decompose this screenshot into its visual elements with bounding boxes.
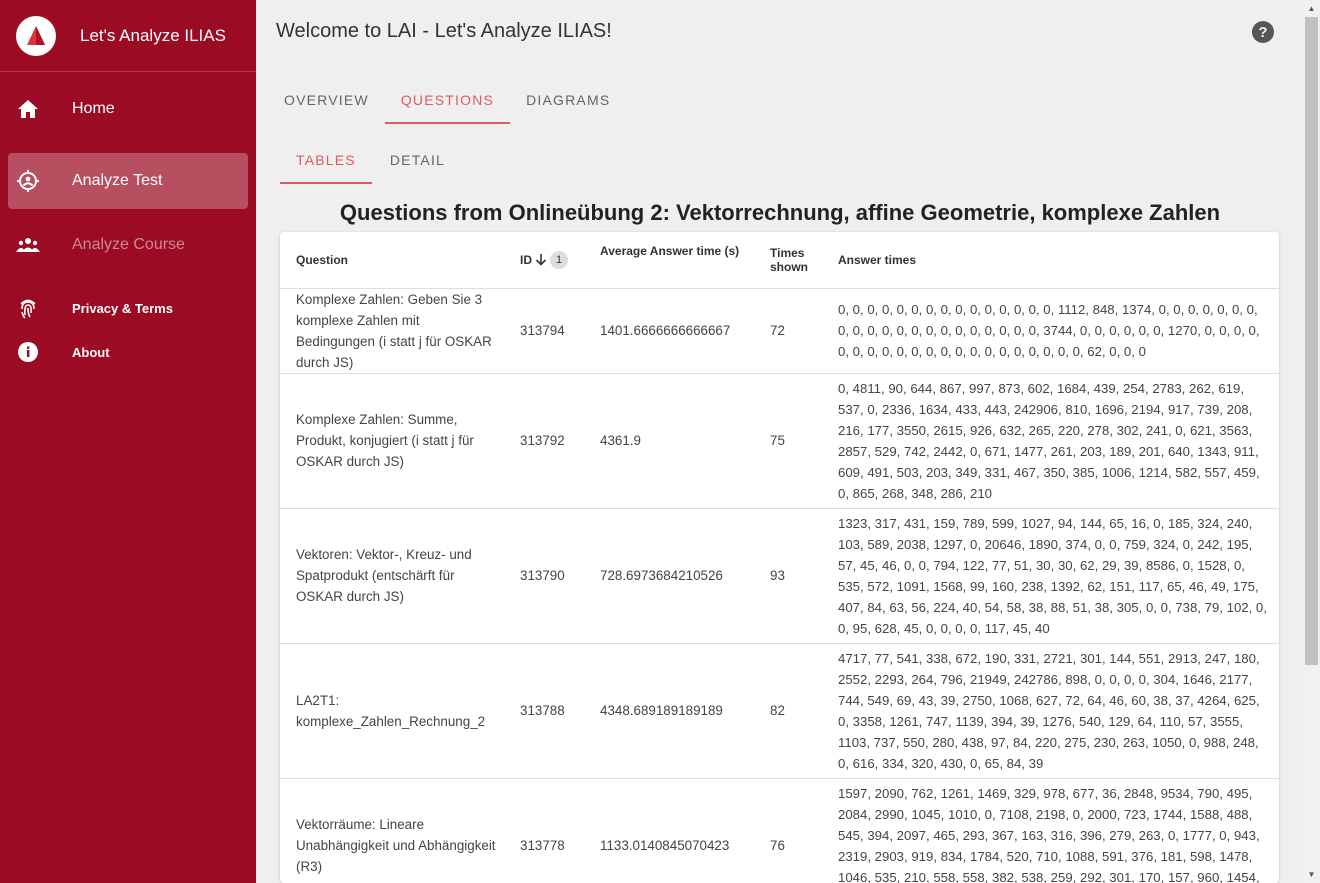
scroll-up-arrow-icon[interactable]: ▲ [1303, 0, 1320, 17]
nav-analyze-test-label: Analyze Test [72, 172, 163, 189]
sidebar: Let's Analyze ILIAS Home Analyze Test An… [0, 0, 256, 883]
cell-average: 4348.689189189189 [584, 643, 754, 779]
app-logo [16, 15, 56, 56]
col-question[interactable]: Question [280, 232, 504, 289]
arrow-down-icon [535, 254, 547, 266]
col-answer-times[interactable]: Answer times [822, 232, 1279, 289]
col-id-label: ID [520, 252, 532, 267]
cell-question: Komplexe Zahlen: Geben Sie 3 komplexe Za… [280, 288, 504, 374]
cell-times-shown: 93 [754, 508, 822, 644]
page-scrollbar[interactable]: ▲ ▼ [1303, 0, 1320, 883]
group-icon [8, 237, 48, 253]
cell-times-shown: 72 [754, 288, 822, 374]
cell-times-shown: 75 [754, 373, 822, 509]
home-icon [8, 99, 48, 119]
sail-logo-icon [27, 25, 45, 45]
brand: Let's Analyze ILIAS [0, 0, 256, 72]
nav-about-label: About [72, 344, 110, 360]
questions-table: Question ID 1 Average Answer time (s) Ti… [280, 232, 1279, 883]
nav-analyze-test[interactable]: Analyze Test [8, 153, 248, 209]
nav-home-label: Home [72, 100, 115, 117]
tab-questions[interactable]: QUESTIONS [384, 76, 511, 124]
cell-answer-times: 1597, 2090, 762, 1261, 1469, 329, 978, 6… [822, 778, 1279, 883]
nav-analyze-course[interactable]: Analyze Course [8, 217, 248, 273]
cell-id: 313790 [504, 508, 584, 644]
cell-answer-times: 0, 4811, 90, 644, 867, 997, 873, 602, 16… [822, 373, 1279, 509]
table-header-row: Question ID 1 Average Answer time (s) Ti… [280, 232, 1279, 289]
cell-question: Vektorräume: Lineare Unabhängigkeit und … [280, 778, 504, 883]
cell-id: 313778 [504, 778, 584, 883]
cell-question: Vektoren: Vektor-, Kreuz- und Spatproduk… [280, 508, 504, 644]
questions-table-card: Question ID 1 Average Answer time (s) Ti… [280, 232, 1279, 883]
sub-tabs: TABLES DETAIL [280, 136, 463, 184]
table-row[interactable]: Vektorräume: Lineare Unabhängigkeit und … [280, 778, 1279, 883]
cell-id: 313792 [504, 373, 584, 509]
scroll-down-arrow-icon[interactable]: ▼ [1303, 866, 1320, 883]
cell-id: 313794 [504, 288, 584, 374]
nav-privacy-terms-label: Privacy & Terms [72, 300, 173, 316]
fingerprint-icon [8, 297, 48, 319]
table-row[interactable]: Vektoren: Vektor-, Kreuz- und Spatproduk… [280, 508, 1279, 644]
cell-answer-times: 4717, 77, 541, 338, 672, 190, 331, 2721,… [822, 643, 1279, 779]
help-icon[interactable]: ? [1252, 21, 1274, 43]
sort-order-badge: 1 [550, 250, 568, 269]
nav-home[interactable]: Home [8, 81, 248, 137]
info-icon [8, 341, 48, 363]
main-tabs: OVERVIEW QUESTIONS DIAGRAMS [268, 76, 626, 124]
cell-answer-times: 1323, 317, 431, 159, 789, 599, 1027, 94,… [822, 508, 1279, 644]
tab-tables[interactable]: TABLES [280, 136, 372, 184]
cell-times-shown: 76 [754, 778, 822, 883]
cell-average: 728.6973684210526 [584, 508, 754, 644]
tab-diagrams[interactable]: DIAGRAMS [510, 76, 626, 124]
col-id[interactable]: ID 1 [504, 232, 584, 289]
cell-question: LA2T1: komplexe_Zahlen_Rechnung_2 [280, 643, 504, 779]
cell-average: 1133.0140845070423 [584, 778, 754, 883]
tab-detail[interactable]: DETAIL [372, 136, 463, 184]
cell-average: 1401.6666666666667 [584, 288, 754, 374]
table-row[interactable]: Komplexe Zahlen: Summe, Produkt, konjugi… [280, 373, 1279, 509]
target-icon [8, 170, 48, 192]
table-row[interactable]: Komplexe Zahlen: Geben Sie 3 komplexe Za… [280, 288, 1279, 374]
cell-times-shown: 82 [754, 643, 822, 779]
nav-about[interactable]: About [8, 324, 248, 380]
cell-answer-times: 0, 0, 0, 0, 0, 0, 0, 0, 0, 0, 0, 0, 0, 0… [822, 288, 1279, 374]
col-average-answer-time[interactable]: Average Answer time (s) [584, 232, 754, 289]
table-row[interactable]: LA2T1: komplexe_Zahlen_Rechnung_2 313788… [280, 643, 1279, 779]
page-welcome-title: Welcome to LAI - Let's Analyze ILIAS! [276, 20, 612, 42]
cell-average: 4361.9 [584, 373, 754, 509]
page-heading: Questions from Onlineübung 2: Vektorrech… [339, 200, 1221, 225]
nav-analyze-course-label: Analyze Course [72, 236, 185, 253]
cell-question: Komplexe Zahlen: Summe, Produkt, konjugi… [280, 373, 504, 509]
app-title: Let's Analyze ILIAS [80, 25, 226, 45]
cell-id: 313788 [504, 643, 584, 779]
tab-overview[interactable]: OVERVIEW [268, 76, 385, 124]
scrollbar-thumb[interactable] [1305, 17, 1318, 665]
col-times-shown[interactable]: Times shown [754, 232, 822, 289]
